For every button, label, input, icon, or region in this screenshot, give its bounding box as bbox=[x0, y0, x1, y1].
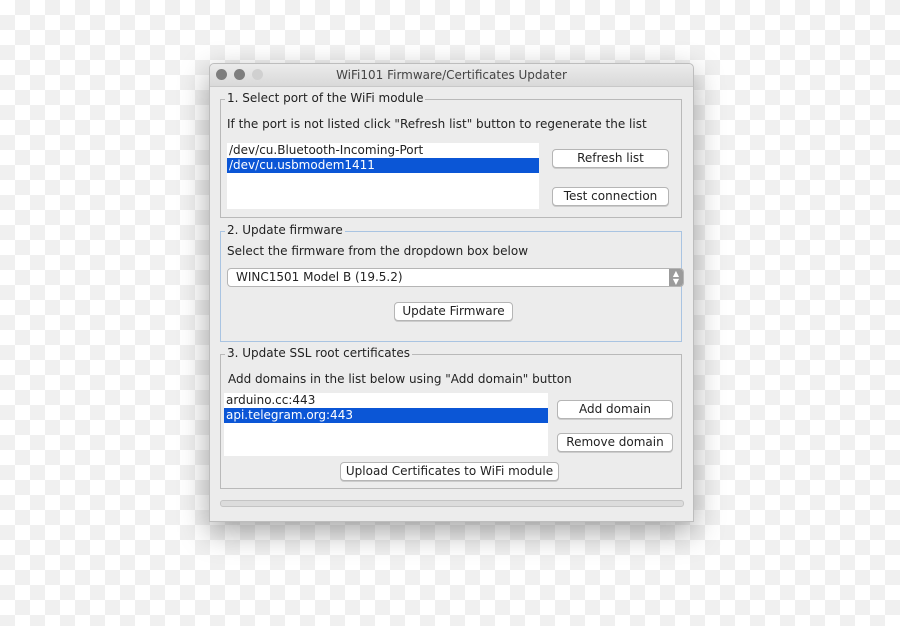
chevron-updown-icon: ▲ ▼ bbox=[669, 269, 683, 286]
remove-domain-button[interactable]: Remove domain bbox=[557, 433, 673, 452]
firmware-selected: WINC1501 Model B (19.5.2) bbox=[236, 270, 403, 284]
firmware-section: 2. Update firmware Select the firmware f… bbox=[220, 223, 684, 342]
close-button[interactable] bbox=[216, 69, 227, 80]
section-legend: 1. Select port of the WiFi module bbox=[225, 91, 426, 105]
certificates-section: 3. Update SSL root certificates Add doma… bbox=[220, 346, 682, 489]
section-instructions: If the port is not listed click "Refresh… bbox=[227, 117, 647, 131]
progress-bar bbox=[220, 500, 684, 507]
list-item[interactable]: /dev/cu.usbmodem1411 bbox=[227, 158, 539, 173]
updater-window: WiFi101 Firmware/Certificates Updater 1.… bbox=[209, 63, 694, 522]
port-section: 1. Select port of the WiFi module If the… bbox=[220, 91, 682, 218]
list-item[interactable]: /dev/cu.Bluetooth-Incoming-Port bbox=[227, 143, 539, 158]
window-title: WiFi101 Firmware/Certificates Updater bbox=[336, 68, 567, 82]
firmware-dropdown[interactable]: WINC1501 Model B (19.5.2) ▲ ▼ bbox=[227, 268, 684, 287]
zoom-button[interactable] bbox=[252, 69, 263, 80]
title-bar[interactable]: WiFi101 Firmware/Certificates Updater bbox=[210, 64, 693, 87]
minimize-button[interactable] bbox=[234, 69, 245, 80]
list-item[interactable]: api.telegram.org:443 bbox=[224, 408, 548, 423]
port-list[interactable]: /dev/cu.Bluetooth-Incoming-Port /dev/cu.… bbox=[227, 143, 539, 209]
add-domain-button[interactable]: Add domain bbox=[557, 400, 673, 419]
list-item[interactable]: arduino.cc:443 bbox=[224, 393, 548, 408]
test-connection-button[interactable]: Test connection bbox=[552, 187, 669, 206]
domain-list[interactable]: arduino.cc:443 api.telegram.org:443 bbox=[224, 393, 548, 456]
update-firmware-button[interactable]: Update Firmware bbox=[394, 302, 513, 321]
upload-certificates-button[interactable]: Upload Certificates to WiFi module bbox=[340, 462, 559, 481]
refresh-list-button[interactable]: Refresh list bbox=[552, 149, 669, 168]
section-legend: 3. Update SSL root certificates bbox=[225, 346, 412, 360]
section-legend: 2. Update firmware bbox=[225, 223, 345, 237]
section-instructions: Add domains in the list below using "Add… bbox=[228, 372, 572, 386]
section-instructions: Select the firmware from the dropdown bo… bbox=[227, 244, 529, 258]
